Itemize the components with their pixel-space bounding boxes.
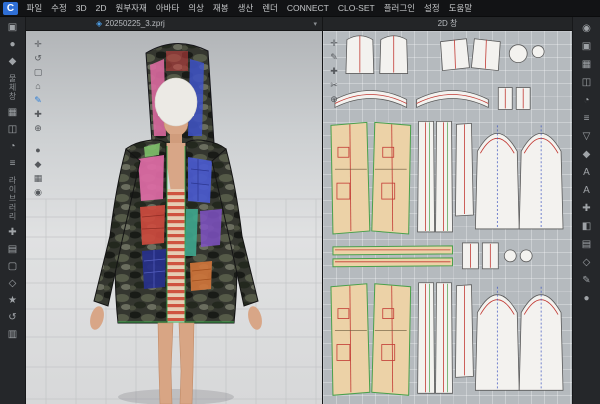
transform-pattern-icon[interactable]: ✛ xyxy=(327,37,341,50)
uv-map-icon[interactable]: ◫ xyxy=(578,75,596,91)
pattern-2d-canvas[interactable]: ✛✎✚✂⊕ xyxy=(323,31,572,404)
layer-icon[interactable]: ◇ xyxy=(578,255,596,271)
toolbar-gap xyxy=(31,136,45,143)
project-tab-title[interactable]: 20250225_3.zprj xyxy=(105,19,165,28)
show-avatar-icon[interactable]: ● xyxy=(31,144,45,157)
folder-icon[interactable]: ▥ xyxy=(4,327,22,343)
panel-3d-viewport: ◈ 20250225_3.zprj ▾ xyxy=(26,17,322,404)
pattern-top-row[interactable] xyxy=(346,36,544,74)
render-view-icon[interactable]: ◉ xyxy=(31,186,45,199)
panel-2d-pattern: 2D 창 xyxy=(323,17,572,404)
menubar-item[interactable]: 설정 xyxy=(420,0,445,16)
panel-2d-header: 2D 창 xyxy=(323,17,572,31)
texture-library-icon[interactable]: ▤ xyxy=(4,242,22,258)
menubar-items: 파일수정3D2D원부자재아바타의상재봉생산렌더CONNECTCLO-SET플러그… xyxy=(22,0,477,16)
select-tool-icon[interactable]: ✎ xyxy=(31,94,45,107)
colorway-icon[interactable]: ▦ xyxy=(578,57,596,73)
history-icon[interactable]: ↺ xyxy=(4,310,22,326)
edit-pattern-icon[interactable]: ✎ xyxy=(327,51,341,64)
button-library-icon[interactable]: ◔ xyxy=(4,139,22,155)
pattern-strips[interactable] xyxy=(333,243,532,269)
menubar-item[interactable]: 아바타 xyxy=(151,0,183,16)
texture-view-icon[interactable]: ▦ xyxy=(31,172,45,185)
measure-tool-icon[interactable]: ⊕ xyxy=(31,122,45,135)
menubar-item[interactable]: 도움말 xyxy=(444,0,476,16)
dock-section-label: 라이브러리 xyxy=(7,176,18,221)
pin-icon[interactable]: ✚ xyxy=(578,201,596,217)
add-point-icon[interactable]: ✚ xyxy=(327,65,341,78)
pin-tool-icon[interactable]: ✚ xyxy=(31,108,45,121)
panel-divider[interactable] xyxy=(322,17,323,404)
flatten-icon[interactable]: ▽ xyxy=(578,129,596,145)
menubar-item[interactable]: 2D xyxy=(91,0,111,16)
pattern-main-set-1[interactable] xyxy=(331,121,563,234)
gizmo-scale-icon[interactable]: ▢ xyxy=(31,66,45,79)
toolbar-3d: ✛↺▢⌂✎✚⊕ ●◆▦◉ xyxy=(31,38,45,199)
favorites-icon[interactable]: ★ xyxy=(4,293,22,309)
zipper-library-icon[interactable]: ≡ xyxy=(4,156,22,172)
project-file-icon: ◈ xyxy=(96,17,102,31)
annotate-icon[interactable]: ✎ xyxy=(578,273,596,289)
app-logo[interactable]: C xyxy=(3,2,18,15)
menubar-item[interactable]: 의상 xyxy=(184,0,209,16)
pattern-library-icon[interactable]: ▢ xyxy=(4,259,22,275)
pattern-collar-row[interactable] xyxy=(335,88,530,110)
inner-striped-panel[interactable] xyxy=(167,189,185,321)
menubar-item[interactable]: 렌더 xyxy=(258,0,283,16)
menubar-item[interactable]: 재봉 xyxy=(208,0,233,16)
fold-icon[interactable]: ◧ xyxy=(578,219,596,235)
gizmo-rotate-icon[interactable]: ↺ xyxy=(31,52,45,65)
left-dock: ▣●◆ 물체창 ▦◫◔≡ 라이브러리 ✚▤▢◇★↺▥ xyxy=(0,17,26,404)
avatar-shadow xyxy=(118,389,234,404)
scene-library-icon[interactable]: ◇ xyxy=(4,276,22,292)
menubar-item[interactable]: CONNECT xyxy=(282,0,333,16)
reset-view-icon[interactable]: ⌂ xyxy=(31,80,45,93)
viewport-menu-icon[interactable]: ▾ xyxy=(313,20,317,28)
viewport-3d-canvas[interactable]: ✛↺▢⌂✎✚⊕ ●◆▦◉ xyxy=(26,31,322,404)
tape-icon[interactable]: ≡ xyxy=(578,111,596,127)
texture-icon[interactable]: ◆ xyxy=(578,147,596,163)
avatar-library-icon[interactable]: ● xyxy=(4,37,22,53)
trim-library-icon[interactable]: ◫ xyxy=(4,122,22,138)
dock-section-label: 물체창 xyxy=(7,74,18,101)
zoom-tool-icon[interactable]: ⊕ xyxy=(327,93,341,106)
topstitch-library-icon[interactable]: ✚ xyxy=(4,225,22,241)
grid-icon[interactable]: ▤ xyxy=(578,237,596,253)
menubar: C 파일수정3D2D원부자재아바타의상재봉생산렌더CONNECTCLO-SET플… xyxy=(0,0,600,17)
avatar-3d-render[interactable] xyxy=(26,31,322,404)
show-garment-icon[interactable]: ◆ xyxy=(31,158,45,171)
measure-icon[interactable]: ◔ xyxy=(578,93,596,109)
panel-2d-title: 2D 창 xyxy=(438,18,458,29)
menubar-item[interactable]: 파일 xyxy=(22,0,47,16)
render-icon[interactable]: ◉ xyxy=(578,21,596,37)
menubar-item[interactable]: 수정 xyxy=(47,0,72,16)
more-icon[interactable]: ● xyxy=(578,291,596,307)
menubar-item[interactable]: 3D xyxy=(71,0,91,16)
menubar-item[interactable]: 원부자재 xyxy=(111,0,151,16)
viewport-tab-bar: ◈ 20250225_3.zprj ▾ xyxy=(26,17,322,31)
toolbar-2d: ✛✎✚✂⊕ xyxy=(327,37,341,106)
pattern-main-set-2[interactable] xyxy=(331,283,563,396)
graphic-font-icon[interactable]: A xyxy=(578,183,596,199)
hanger-library-icon[interactable]: ◆ xyxy=(4,54,22,70)
snapshot-icon[interactable]: ▣ xyxy=(578,39,596,55)
menubar-item[interactable]: CLO-SET xyxy=(333,0,379,16)
pattern-pieces-canvas[interactable] xyxy=(323,31,572,404)
menubar-item[interactable]: 생산 xyxy=(233,0,258,16)
avatar-chest xyxy=(164,143,188,197)
sewing-tool-icon[interactable]: ✂ xyxy=(327,79,341,92)
fabric-library-icon[interactable]: ▦ xyxy=(4,105,22,121)
right-dock: ◉ ▣ ▦ ◫ ◔ ≡ ▽ ◆ AA ✚ ◧ ▤ ◇ ✎ ● xyxy=(572,17,600,404)
menubar-item[interactable]: 플러그인 xyxy=(379,0,419,16)
garment-library-icon[interactable]: ▣ xyxy=(4,20,22,36)
graphic-text-icon[interactable]: A xyxy=(578,165,596,181)
gizmo-move-icon[interactable]: ✛ xyxy=(31,38,45,51)
